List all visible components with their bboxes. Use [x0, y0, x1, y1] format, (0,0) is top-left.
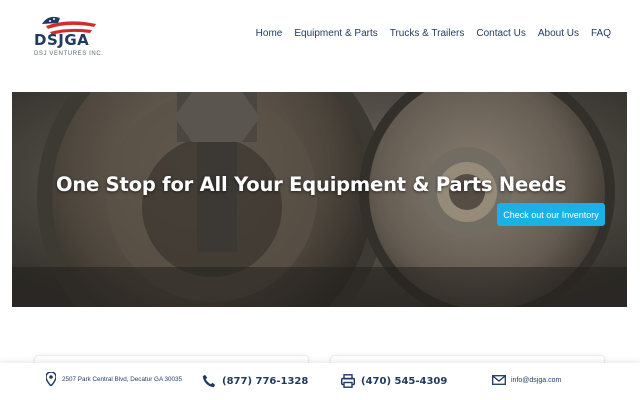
address-item[interactable]: 2507 Park Central Blvd, Decatur GA 30035: [46, 372, 186, 386]
phone-number: (877) 776-1328: [222, 375, 309, 387]
nav-contact-us[interactable]: Contact Us: [476, 28, 525, 39]
nav-about-us[interactable]: About Us: [538, 28, 579, 39]
brand-tagline: DSJ VENTURES INC.: [34, 51, 104, 57]
phone-item[interactable]: (877) 776-1328: [202, 374, 308, 388]
email-item[interactable]: info@dsjga.com: [492, 375, 561, 385]
hero-banner: One Stop for All Your Equipment & Parts …: [12, 92, 627, 307]
nav-equipment-parts[interactable]: Equipment & Parts: [294, 28, 377, 39]
fax-item[interactable]: (470) 545-4309: [341, 374, 447, 388]
main-nav: Home Equipment & Parts Trucks & Trailers…: [244, 28, 611, 39]
site-header: DSJGA DSJ VENTURES INC. Home Equipment &…: [0, 0, 640, 90]
brand-logo[interactable]: DSJGA DSJ VENTURES INC.: [34, 14, 104, 76]
map-pin-icon: [46, 372, 56, 386]
address-text: 2507 Park Central Blvd, Decatur GA 30035: [62, 375, 183, 383]
fax-number: (470) 545-4309: [361, 375, 448, 387]
nav-faq[interactable]: FAQ: [591, 28, 611, 39]
inventory-button[interactable]: Check out our Inventory: [497, 203, 605, 226]
fax-icon: [341, 374, 355, 388]
hero-title: One Stop for All Your Equipment & Parts …: [56, 173, 567, 196]
nav-home[interactable]: Home: [256, 28, 283, 39]
email-address: info@dsjga.com: [511, 376, 562, 384]
phone-icon: [202, 374, 216, 388]
contact-bar: 2507 Park Central Blvd, Decatur GA 30035…: [0, 363, 640, 400]
gears-background-image: [12, 92, 627, 307]
brand-name: DSJGA: [34, 31, 90, 49]
mail-icon: [492, 375, 506, 385]
nav-trucks-trailers[interactable]: Trucks & Trailers: [390, 28, 465, 39]
